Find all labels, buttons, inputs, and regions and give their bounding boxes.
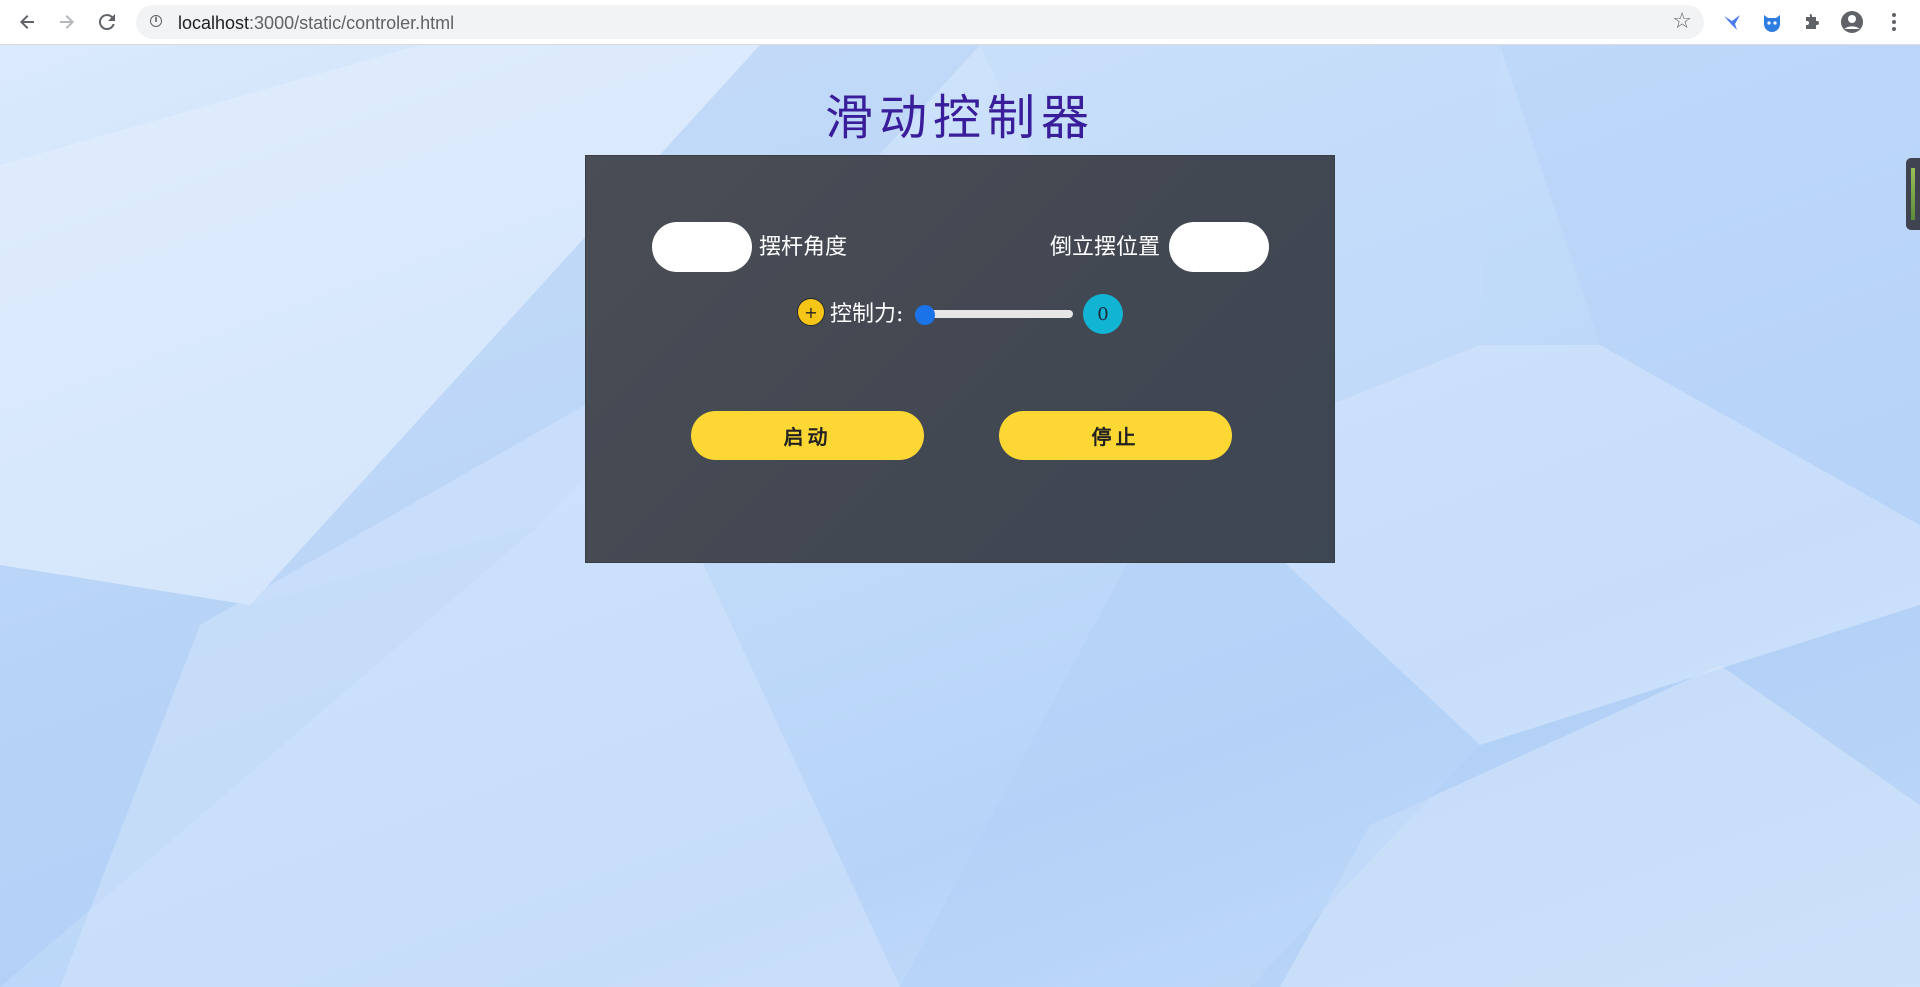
kite-extension-icon[interactable] [1718,8,1746,36]
browser-toolbar: i localhost:3000/static/controler.html ☆ [0,0,1920,45]
profile-avatar-icon[interactable] [1838,8,1866,36]
star-icon[interactable]: ☆ [1672,9,1692,34]
slider-thumb[interactable] [915,305,935,325]
inverted-position-label: 倒立摆位置 [1050,235,1161,260]
cat-extension-icon[interactable] [1758,8,1786,36]
start-button[interactable]: 启动 [691,411,924,460]
stop-button[interactable]: 停止 [999,411,1232,460]
puzzle-extensions-icon[interactable] [1798,8,1826,36]
back-arrow-icon[interactable] [11,6,43,38]
plus-icon[interactable]: + [797,298,825,326]
reload-icon[interactable] [91,6,123,38]
address-bar[interactable]: i localhost:3000/static/controler.html ☆ [136,5,1704,39]
control-panel: 摆杆角度 倒立摆位置 + 控制力: 0 启动 停止 [585,155,1335,563]
inverted-position-field[interactable] [1169,222,1269,272]
page-title: 滑动控制器 [824,90,1095,146]
side-handle-bar [1911,168,1915,220]
kebab-menu-icon[interactable] [1880,8,1908,36]
side-handle[interactable] [1906,158,1920,230]
control-force-label: 控制力: [830,302,904,327]
control-force-value-badge: 0 [1083,294,1123,334]
control-force-slider[interactable] [915,310,1073,318]
forward-arrow-icon[interactable] [51,6,83,38]
url-text[interactable]: localhost:3000/static/controler.html [178,13,454,34]
pendulum-angle-field[interactable] [652,222,752,272]
pendulum-angle-label: 摆杆角度 [759,235,848,260]
info-icon[interactable]: i [150,15,162,27]
